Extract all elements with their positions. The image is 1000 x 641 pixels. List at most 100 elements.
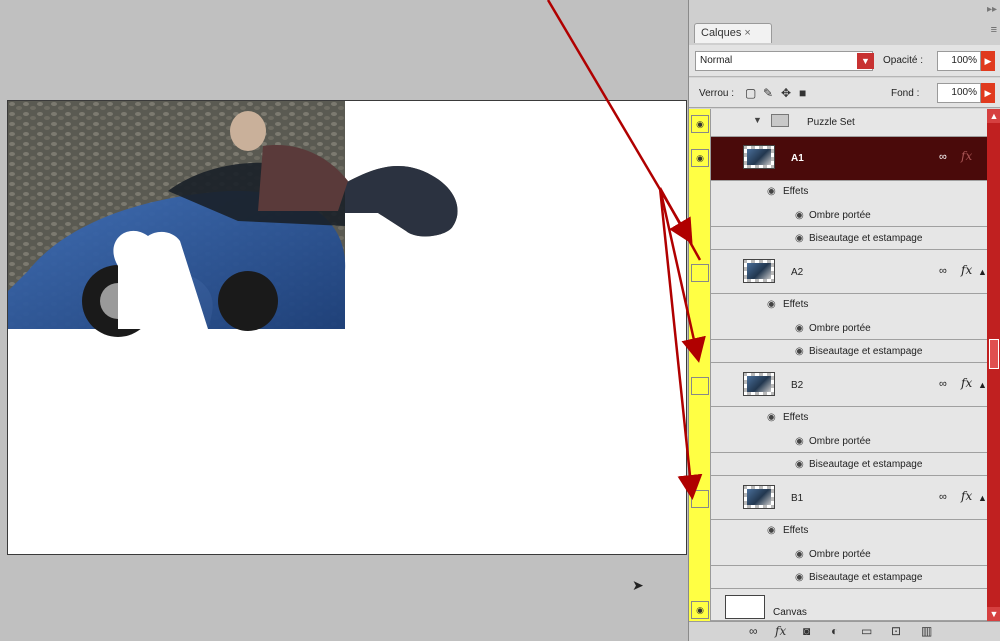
tab-label: Calques	[701, 27, 742, 39]
scroll-down-icon[interactable]: ▼	[987, 607, 1000, 621]
group-name: Puzzle Set	[807, 117, 855, 128]
eye-icon[interactable]: ◉	[691, 115, 709, 133]
effect-row[interactable]: ◉ Biseautage et estampage	[711, 566, 987, 589]
trash-icon[interactable]: ▥	[921, 624, 932, 638]
layers-scrollbar[interactable]: ▲ ▼	[987, 109, 1000, 621]
layer-group-row[interactable]: ▼ Puzzle Set	[711, 109, 987, 137]
layers-bottom-toolbar: ∞ fx ◙ ◐ ▭ ⊡ ▥	[689, 621, 1000, 641]
puzzle-image	[8, 101, 458, 337]
document-canvas[interactable]	[7, 100, 687, 555]
layers-list: ◉ ▼ Puzzle Set ◉ A1 ∞ fx ◉ Effets ◉ Ombr…	[689, 109, 987, 621]
link-icon[interactable]: ∞	[939, 151, 947, 163]
layers-panel: ▸▸ Calques × ≡ Normal ▼ Opacité : 100% ▶ …	[688, 0, 1000, 641]
layer-thumbnail	[743, 259, 775, 283]
scroll-up-icon[interactable]: ▲	[987, 109, 1000, 123]
layer-name: A2	[791, 267, 804, 278]
effect-row[interactable]: ◉ Ombre portée	[711, 204, 987, 227]
eye-icon[interactable]: ◉	[691, 601, 709, 619]
background-layer-row[interactable]: Canvas	[711, 593, 987, 621]
eye-icon[interactable]: ◉	[767, 299, 776, 310]
arrow-cursor-icon: ➤	[632, 577, 644, 593]
eye-icon[interactable]: ◉	[795, 459, 804, 470]
effect-name: Biseautage et estampage	[809, 233, 923, 244]
effect-row[interactable]: ◉ Biseautage et estampage	[711, 227, 987, 250]
lock-row: Verrou : ▢ ✎ ✥ ■ Fond : 100% ▶	[689, 78, 1000, 108]
eye-icon[interactable]: ◉	[795, 346, 804, 357]
lock-all-icon[interactable]: ■	[799, 86, 806, 100]
eye-visibility-empty-icon[interactable]	[691, 264, 709, 282]
blend-mode-select[interactable]: Normal	[695, 51, 873, 71]
layer-mask-icon[interactable]: ◙	[803, 624, 810, 638]
new-group-icon[interactable]: ▭	[861, 624, 872, 638]
expand-triangle-icon[interactable]: ▼	[753, 115, 762, 125]
fx-icon[interactable]: fx	[961, 149, 972, 163]
expand-triangle-icon[interactable]: ▲	[978, 493, 987, 503]
chevron-down-icon[interactable]: ▼	[857, 53, 874, 69]
adjustment-layer-icon[interactable]: ◐	[831, 624, 838, 638]
fill-slider-arrow-icon[interactable]: ▶	[981, 83, 995, 103]
layer-row[interactable]: B2 ∞ fx ▲	[711, 363, 987, 407]
eye-icon[interactable]: ◉	[691, 149, 709, 167]
effects-row[interactable]: ◉ Effets	[711, 181, 987, 204]
effect-name: Biseautage et estampage	[809, 572, 923, 583]
effect-row[interactable]: ◉ Ombre portée	[711, 543, 987, 566]
effect-name: Biseautage et estampage	[809, 459, 923, 470]
effects-row[interactable]: ◉ Effets	[711, 407, 987, 430]
link-layers-icon[interactable]: ∞	[749, 624, 758, 638]
effect-name: Biseautage et estampage	[809, 346, 923, 357]
link-icon[interactable]: ∞	[939, 265, 947, 277]
layer-name: A1	[791, 153, 804, 164]
effects-label: Effets	[783, 186, 809, 197]
eye-icon[interactable]: ◉	[795, 549, 804, 560]
lock-transparency-icon[interactable]: ▢	[745, 86, 756, 100]
layer-name: B1	[791, 493, 804, 504]
expand-triangle-icon[interactable]: ▲	[978, 267, 987, 277]
panel-tab-bar: ▸▸ Calques × ≡	[689, 0, 1000, 45]
link-icon[interactable]: ∞	[939, 378, 947, 390]
fx-icon[interactable]: fx	[961, 263, 972, 277]
scroll-thumb[interactable]	[989, 339, 999, 369]
effects-label: Effets	[783, 412, 809, 423]
eye-visibility-empty-icon[interactable]	[691, 377, 709, 395]
effect-row[interactable]: ◉ Biseautage et estampage	[711, 340, 987, 363]
eye-visibility-empty-icon[interactable]	[691, 490, 709, 508]
eye-icon[interactable]: ◉	[767, 412, 776, 423]
eye-icon[interactable]: ◉	[795, 572, 804, 583]
fx-icon[interactable]: fx	[775, 624, 786, 638]
layer-row[interactable]: A1 ∞ fx	[711, 137, 987, 181]
opacity-label: Opacité :	[883, 55, 924, 66]
effects-label: Effets	[783, 525, 809, 536]
new-layer-icon[interactable]: ⊡	[891, 624, 901, 638]
effect-name: Ombre portée	[809, 436, 871, 447]
expand-triangle-icon[interactable]: ▲	[978, 380, 987, 390]
fx-icon[interactable]: fx	[961, 376, 972, 390]
effect-name: Ombre portée	[809, 210, 871, 221]
eye-icon[interactable]: ◉	[767, 186, 776, 197]
effects-label: Effets	[783, 299, 809, 310]
collapse-icon[interactable]: ▸▸	[987, 4, 997, 15]
fx-icon[interactable]: fx	[961, 489, 972, 503]
panel-menu-icon[interactable]: ≡	[991, 24, 997, 36]
fill-input[interactable]: 100%	[937, 83, 981, 103]
opacity-input[interactable]: 100%	[937, 51, 981, 71]
lock-move-icon[interactable]: ✥	[781, 86, 791, 100]
effects-row[interactable]: ◉ Effets	[711, 520, 987, 543]
layer-row[interactable]: B1 ∞ fx ▲	[711, 476, 987, 520]
close-icon[interactable]: ×	[744, 27, 750, 39]
tab-calques[interactable]: Calques ×	[694, 23, 772, 43]
link-icon[interactable]: ∞	[939, 491, 947, 503]
eye-icon[interactable]: ◉	[795, 436, 804, 447]
opacity-slider-arrow-icon[interactable]: ▶	[981, 51, 995, 71]
effect-row[interactable]: ◉ Ombre portée	[711, 317, 987, 340]
layer-row[interactable]: A2 ∞ fx ▲	[711, 250, 987, 294]
effect-row[interactable]: ◉ Biseautage et estampage	[711, 453, 987, 476]
lock-brush-icon[interactable]: ✎	[763, 86, 773, 100]
eye-icon[interactable]: ◉	[767, 525, 776, 536]
eye-icon[interactable]: ◉	[795, 323, 804, 334]
effects-row[interactable]: ◉ Effets	[711, 294, 987, 317]
effect-row[interactable]: ◉ Ombre portée	[711, 430, 987, 453]
eye-icon[interactable]: ◉	[795, 233, 804, 244]
eye-icon[interactable]: ◉	[795, 210, 804, 221]
folder-icon	[771, 114, 789, 127]
layer-thumbnail	[725, 595, 765, 619]
